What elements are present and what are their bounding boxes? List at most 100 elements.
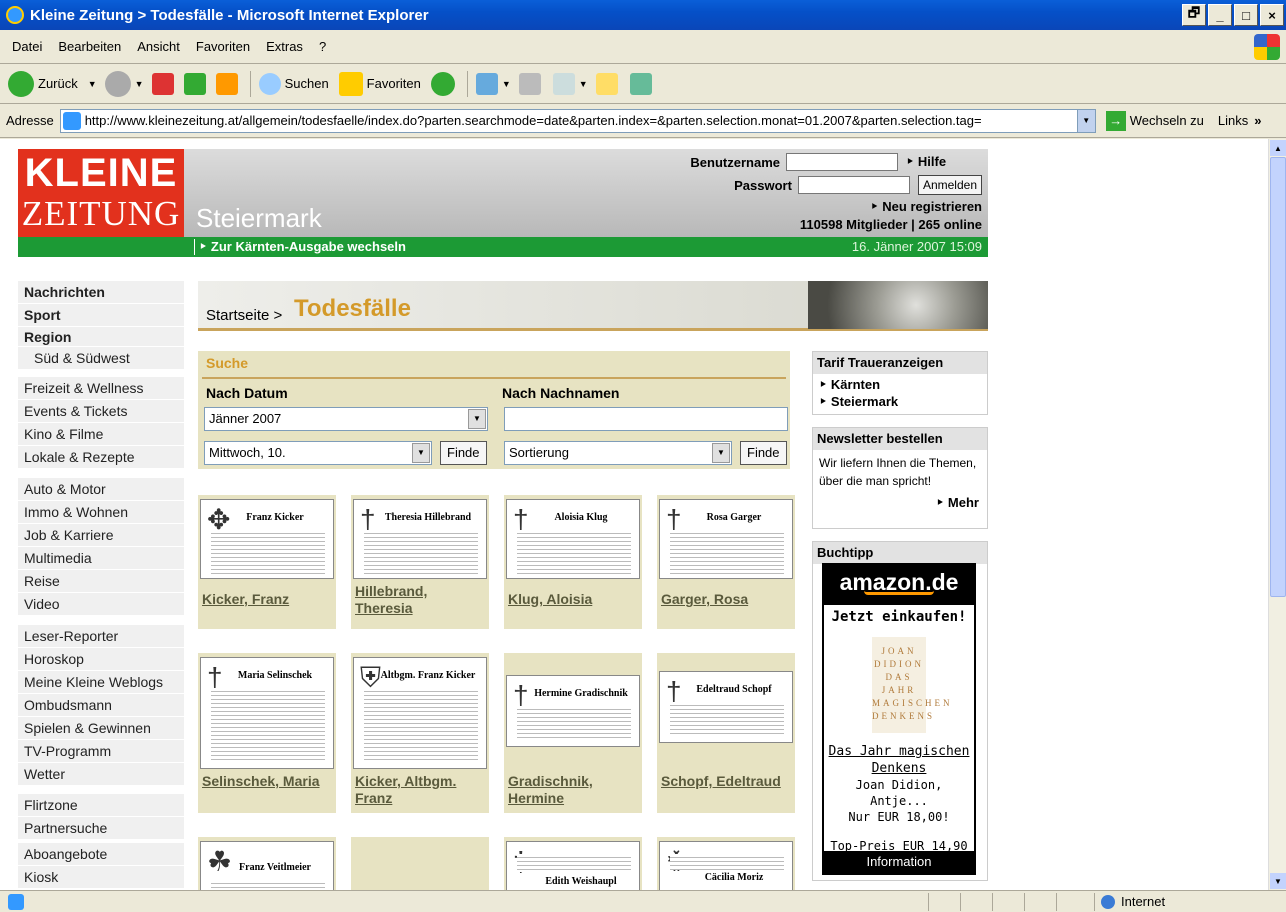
nav-item-immo[interactable]: Immo & Wohnen — [18, 501, 184, 524]
mail-icon[interactable] — [475, 72, 498, 95]
nav-item-leser-reporter[interactable]: Leser-Reporter — [18, 625, 184, 648]
obituary-name-link[interactable]: Hillebrand, Theresia — [355, 583, 485, 617]
obituary-name-link[interactable]: Selinschek, Maria — [202, 773, 332, 790]
nav-item-wetter[interactable]: Wetter — [18, 763, 184, 786]
nav-item-lokale[interactable]: Lokale & Rezepte — [18, 446, 184, 469]
nav-item-spielen[interactable]: Spielen & Gewinnen — [18, 717, 184, 740]
amazon-ad[interactable]: amazon.de Jetzt einkaufen! JOAN DIDION D… — [822, 563, 976, 875]
obituary-thumbnail[interactable]: † Aloisia Klug — [506, 499, 640, 579]
nav-item-sued-suedwest[interactable]: Süd & Südwest — [18, 347, 184, 370]
obituary-thumbnail[interactable]: † Rosa Garger — [659, 499, 793, 579]
nav-item-events[interactable]: Events & Tickets — [18, 400, 184, 423]
home-icon[interactable] — [215, 72, 238, 95]
print-icon[interactable] — [518, 72, 541, 95]
forward-dropdown-icon[interactable]: ▼ — [135, 79, 144, 89]
breadcrumb-home-link[interactable]: Startseite > — [206, 307, 282, 324]
nav-item-sport[interactable]: Sport — [18, 304, 184, 327]
maximize-button[interactable]: □ — [1234, 4, 1258, 26]
obituary-card[interactable]: † Aloisia Klug Klug, Aloisia — [504, 495, 642, 629]
surname-input[interactable] — [504, 407, 788, 431]
find-by-date-button[interactable]: Finde — [440, 441, 487, 465]
obituary-thumbnail[interactable]: ⛨ Altbgm. Franz Kicker — [353, 657, 487, 769]
month-select[interactable]: Jänner 2007 ▼ — [204, 407, 488, 431]
tarif-link-steiermark[interactable]: ‣ Steiermark — [813, 393, 987, 410]
day-select[interactable]: Mittwoch, 10. ▼ — [204, 441, 432, 465]
nav-item-video[interactable]: Video — [18, 593, 184, 616]
nav-item-flirtzone[interactable]: Flirtzone — [18, 794, 184, 817]
obituary-thumbnail[interactable]: † Maria Selinschek — [200, 657, 334, 769]
sort-select[interactable]: Sortierung ▼ — [504, 441, 732, 465]
nav-item-ombudsmann[interactable]: Ombudsmann — [18, 694, 184, 717]
obituary-thumbnail[interactable]: † Hermine Gradischnik — [506, 675, 640, 747]
word-dropdown-icon[interactable]: ▼ — [579, 79, 588, 89]
menu-bearbeiten[interactable]: Bearbeiten — [58, 39, 121, 54]
obituary-card[interactable]: † Hermine Gradischnik Gradischnik, Hermin… — [504, 653, 642, 813]
obituary-thumbnail[interactable] — [353, 841, 487, 890]
obituary-name-link[interactable]: Klug, Aloisia — [508, 591, 638, 608]
links-button[interactable]: Links — [1218, 113, 1248, 128]
obituary-card[interactable]: † Theresia Hillebrand Hillebrand, Theresi… — [351, 495, 489, 629]
kleine-zeitung-logo[interactable]: KLEINE ZEITUNG — [18, 149, 184, 237]
refresh-icon[interactable] — [183, 72, 206, 95]
go-button[interactable]: Wechseln zu — [1130, 113, 1204, 128]
obituary-name-link[interactable]: Kicker, Franz — [202, 591, 332, 608]
obituary-card[interactable]: ♰Cäcilia Moriz — [657, 837, 795, 890]
nav-item-reise[interactable]: Reise — [18, 570, 184, 593]
word-icon[interactable] — [552, 72, 575, 95]
obituary-name-link[interactable]: Gradischnik, Hermine — [508, 773, 638, 807]
scroll-thumb[interactable] — [1270, 157, 1286, 597]
menu-datei[interactable]: Datei — [12, 39, 42, 54]
search-button[interactable]: Suchen — [258, 72, 329, 95]
register-link[interactable]: ‣ Neu registrieren — [870, 199, 982, 215]
vertical-scrollbar[interactable]: ▲ ▼ — [1268, 139, 1286, 890]
obituary-name-link[interactable]: Garger, Rosa — [661, 591, 791, 608]
stop-icon[interactable] — [151, 72, 174, 95]
go-arrow-icon[interactable]: → — [1105, 110, 1126, 131]
username-input[interactable] — [786, 153, 898, 171]
obituary-thumbnail[interactable]: ✥ Franz Kicker — [200, 499, 334, 579]
notes-icon[interactable] — [595, 72, 618, 95]
nav-item-partnersuche[interactable]: Partnersuche — [18, 817, 184, 840]
nav-item-freizeit[interactable]: Freizeit & Wellness — [18, 377, 184, 400]
obituary-card[interactable]: ✥ Franz Kicker Kicker, Franz — [198, 495, 336, 629]
links-more-icon[interactable]: » — [1254, 113, 1261, 128]
obituary-name-link[interactable]: Kicker, Altbgm. Franz — [355, 773, 485, 807]
amazon-info-link[interactable]: Information — [824, 851, 974, 873]
password-input[interactable] — [797, 176, 910, 194]
obituary-thumbnail[interactable]: † Edeltraud Schopf — [659, 671, 793, 743]
nav-item-region[interactable]: Region — [18, 327, 184, 347]
back-button[interactable]: Zurück — [8, 70, 78, 97]
messenger-icon[interactable] — [629, 72, 652, 95]
obituary-thumbnail[interactable]: ☘ Franz Veitlmeier — [200, 841, 334, 890]
close-button[interactable]: × — [1260, 4, 1284, 26]
menu-ansicht[interactable]: Ansicht — [137, 39, 180, 54]
obituary-card[interactable]: ⛨ Altbgm. Franz Kicker Kicker, Altbgm. Fr… — [351, 653, 489, 813]
scroll-down-icon[interactable]: ▼ — [1270, 873, 1286, 889]
menu-extras[interactable]: Extras — [266, 39, 303, 54]
book-title-link[interactable]: Das Jahr magischen Denkens — [829, 744, 970, 776]
minimize-button[interactable]: _ — [1208, 4, 1232, 26]
nav-item-tv[interactable]: TV-Programm — [18, 740, 184, 763]
mail-dropdown-icon[interactable]: ▼ — [502, 79, 511, 89]
favorites-button[interactable]: Favoriten — [338, 71, 421, 96]
address-input[interactable]: http://www.kleinezeitung.at/allgemein/to… — [59, 108, 1096, 133]
obituary-card[interactable]: ☘ Franz Veitlmeier — [198, 837, 336, 890]
nav-item-weblogs[interactable]: Meine Kleine Weblogs — [18, 671, 184, 694]
nav-item-kiosk[interactable]: Kiosk — [18, 866, 184, 889]
obituary-thumbnail[interactable]: † Theresia Hillebrand — [353, 499, 487, 579]
newsletter-more-link[interactable]: ‣ Mehr — [813, 494, 987, 511]
restore-icon[interactable]: 🗗 — [1182, 4, 1206, 26]
nav-item-kino[interactable]: Kino & Filme — [18, 423, 184, 446]
find-by-name-button[interactable]: Finde — [740, 441, 787, 465]
book-cover[interactable]: JOAN DIDION DAS JAHR MAGISCHEN DENKENS — [872, 637, 950, 733]
obituary-name-link[interactable]: Schopf, Edeltraud — [661, 773, 791, 790]
help-link[interactable]: ‣ Hilfe — [906, 154, 982, 170]
nav-item-nachrichten[interactable]: Nachrichten — [18, 281, 184, 304]
obituary-thumbnail[interactable]: ♰Cäcilia Moriz — [659, 841, 793, 890]
nav-item-job[interactable]: Job & Karriere — [18, 524, 184, 547]
nav-item-aboangebote[interactable]: Aboangebote — [18, 843, 184, 866]
login-button[interactable]: Anmelden — [917, 175, 982, 195]
tarif-link-kaernten[interactable]: ‣ Kärnten — [813, 376, 987, 393]
history-icon[interactable] — [430, 71, 455, 96]
nav-item-horoskop[interactable]: Horoskop — [18, 648, 184, 671]
